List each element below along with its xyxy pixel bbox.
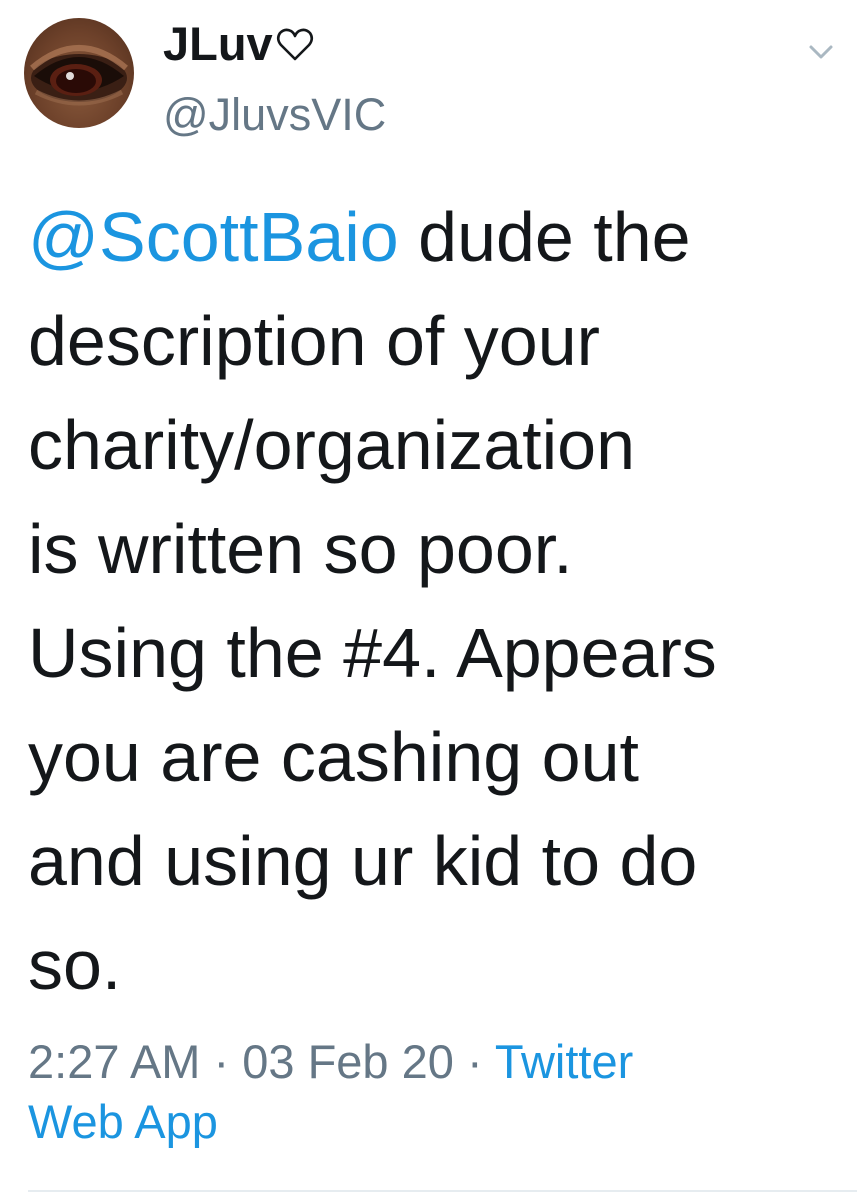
tweet-card[interactable]: JLuv @JluvsVIC @ScottBaio dude the descr… [0, 0, 857, 1200]
display-name[interactable]: JLuv [163, 16, 315, 72]
divider [28, 1190, 857, 1192]
tweet-text-line: so. [28, 926, 122, 1004]
tweet-text-line: you are cashing out [28, 718, 639, 796]
tweet-text-line: description of your [28, 302, 600, 380]
meta-separator: · [453, 1035, 495, 1088]
meta-separator: · [200, 1035, 243, 1088]
tweet-date[interactable]: 03 Feb 20 [242, 1035, 454, 1088]
tweet-text-line: Using the #4. Appears [28, 614, 717, 692]
tweet-text-segment: dude the [398, 198, 691, 276]
tweet-text: @ScottBaio dude the description of your … [28, 185, 838, 1017]
user-handle[interactable]: @JluvsVIC [163, 88, 386, 142]
tweet-time[interactable]: 2:27 AM [28, 1035, 200, 1088]
mention-link[interactable]: @ScottBaio [28, 198, 399, 276]
chevron-down-icon[interactable] [805, 36, 837, 68]
tweet-text-line: charity/organization [28, 406, 635, 484]
avatar[interactable] [24, 18, 134, 128]
tweet-text-line: is written so poor. [28, 510, 573, 588]
tweet-source-link[interactable]: Twitter [495, 1035, 633, 1088]
tweet-text-line: @ScottBaio dude the [28, 185, 838, 289]
tweet-source-link[interactable]: Web App [28, 1095, 218, 1148]
eye-avatar-icon [30, 45, 128, 106]
tweet-meta: 2:27 AM · 03 Feb 20 · Twitter Web App [28, 1032, 838, 1152]
tweet-text-line: and using ur kid to do [28, 822, 698, 900]
tweet-meta-line: Web App [28, 1092, 838, 1152]
heart-outline-icon [276, 28, 313, 61]
display-name-text: JLuv [163, 17, 273, 70]
tweet-meta-line: 2:27 AM · 03 Feb 20 · Twitter [28, 1032, 838, 1092]
